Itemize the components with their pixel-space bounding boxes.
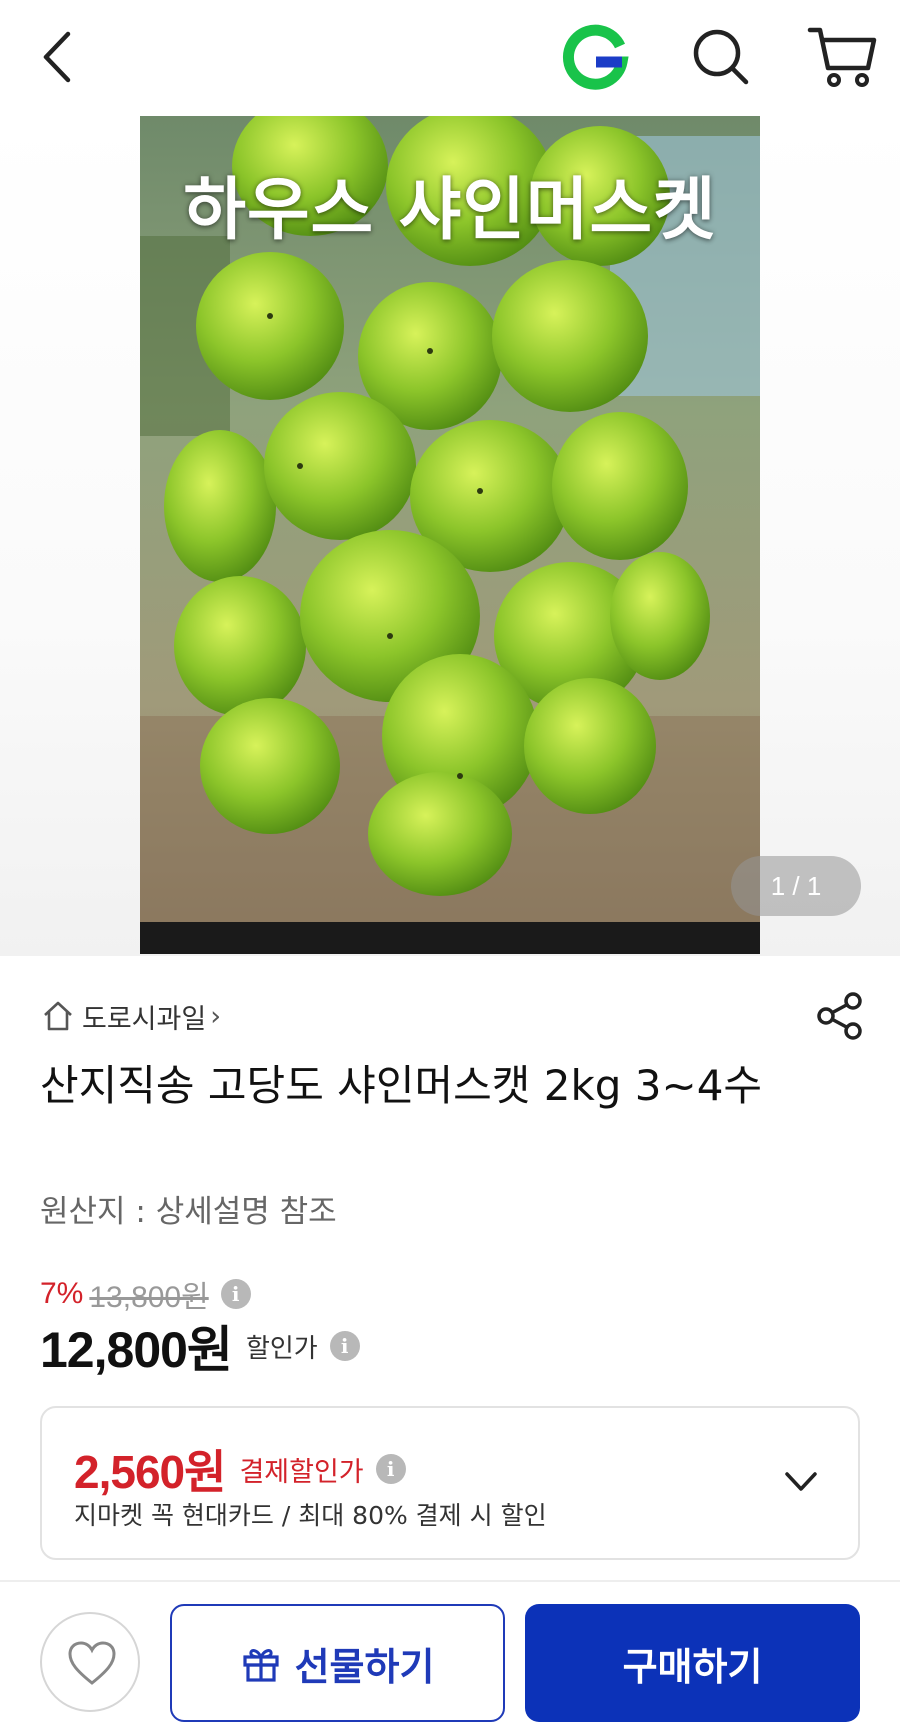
home-icon bbox=[44, 1001, 72, 1031]
bottom-action-bar: 선물하기 구매하기 bbox=[0, 1580, 900, 1730]
info-icon[interactable]: i bbox=[375, 1454, 406, 1484]
payment-discount-price: 2,560원 bbox=[74, 1446, 226, 1498]
sale-price: 12,800원 bbox=[40, 1322, 233, 1378]
shop-link[interactable]: 도로시과일 › bbox=[40, 996, 221, 1036]
heart-icon bbox=[68, 1641, 116, 1685]
cart-icon bbox=[807, 27, 877, 87]
share-button[interactable] bbox=[814, 990, 866, 1042]
buy-button[interactable]: 구매하기 bbox=[525, 1604, 860, 1722]
payment-discount-card[interactable]: 2,560원 결제할인가 i 지마켓 꼭 현대카드 / 최대 80% 결제 시 … bbox=[40, 1406, 860, 1560]
shop-chevron-icon: › bbox=[210, 1000, 222, 1032]
gmarket-g-logo-icon bbox=[562, 24, 629, 90]
sale-price-label: 할인가 bbox=[245, 1333, 318, 1364]
gmarket-logo[interactable] bbox=[562, 22, 632, 92]
gift-icon bbox=[242, 1649, 279, 1682]
wishlist-button[interactable] bbox=[40, 1612, 140, 1712]
discount-rate: 7% bbox=[40, 1277, 84, 1310]
product-photo: 하우스 샤인머스켓 bbox=[140, 116, 760, 954]
chevron-down-icon[interactable] bbox=[777, 1458, 825, 1506]
back-button[interactable] bbox=[36, 22, 86, 92]
product-image-gallery[interactable]: 하우스 샤인머스켓 1 / 1 bbox=[0, 116, 900, 956]
buy-button-label: 구매하기 bbox=[622, 1644, 763, 1689]
price-row: 12,800원 할인가 i bbox=[40, 1316, 360, 1378]
cart-button[interactable] bbox=[806, 22, 880, 92]
payment-price-row: 2,560원 결제할인가 i bbox=[74, 1436, 406, 1502]
product-origin: 원산지 : 상세설명 참조 bbox=[40, 1194, 337, 1230]
payment-discount-description: 지마켓 꼭 현대카드 / 최대 80% 결제 시 할인 bbox=[74, 1501, 547, 1530]
info-icon[interactable]: i bbox=[329, 1331, 360, 1361]
info-icon[interactable]: i bbox=[220, 1279, 251, 1309]
payment-discount-label: 결제할인가 bbox=[239, 1456, 364, 1488]
image-counter-badge: 1 / 1 bbox=[731, 856, 861, 916]
gift-button-label: 선물하기 bbox=[294, 1644, 435, 1689]
share-icon bbox=[817, 992, 862, 1040]
search-button[interactable] bbox=[686, 22, 756, 92]
search-icon bbox=[693, 29, 749, 85]
chevron-left-icon bbox=[43, 31, 71, 83]
shop-name: 도로시과일 bbox=[82, 1003, 207, 1035]
top-app-bar bbox=[0, 0, 900, 116]
product-title: 산지직송 고당도 샤인머스캣 2kg 3~4수 bbox=[40, 1061, 763, 1110]
gift-button[interactable]: 선물하기 bbox=[170, 1604, 505, 1722]
photo-caption: 하우스 샤인머스켓 bbox=[183, 171, 717, 250]
